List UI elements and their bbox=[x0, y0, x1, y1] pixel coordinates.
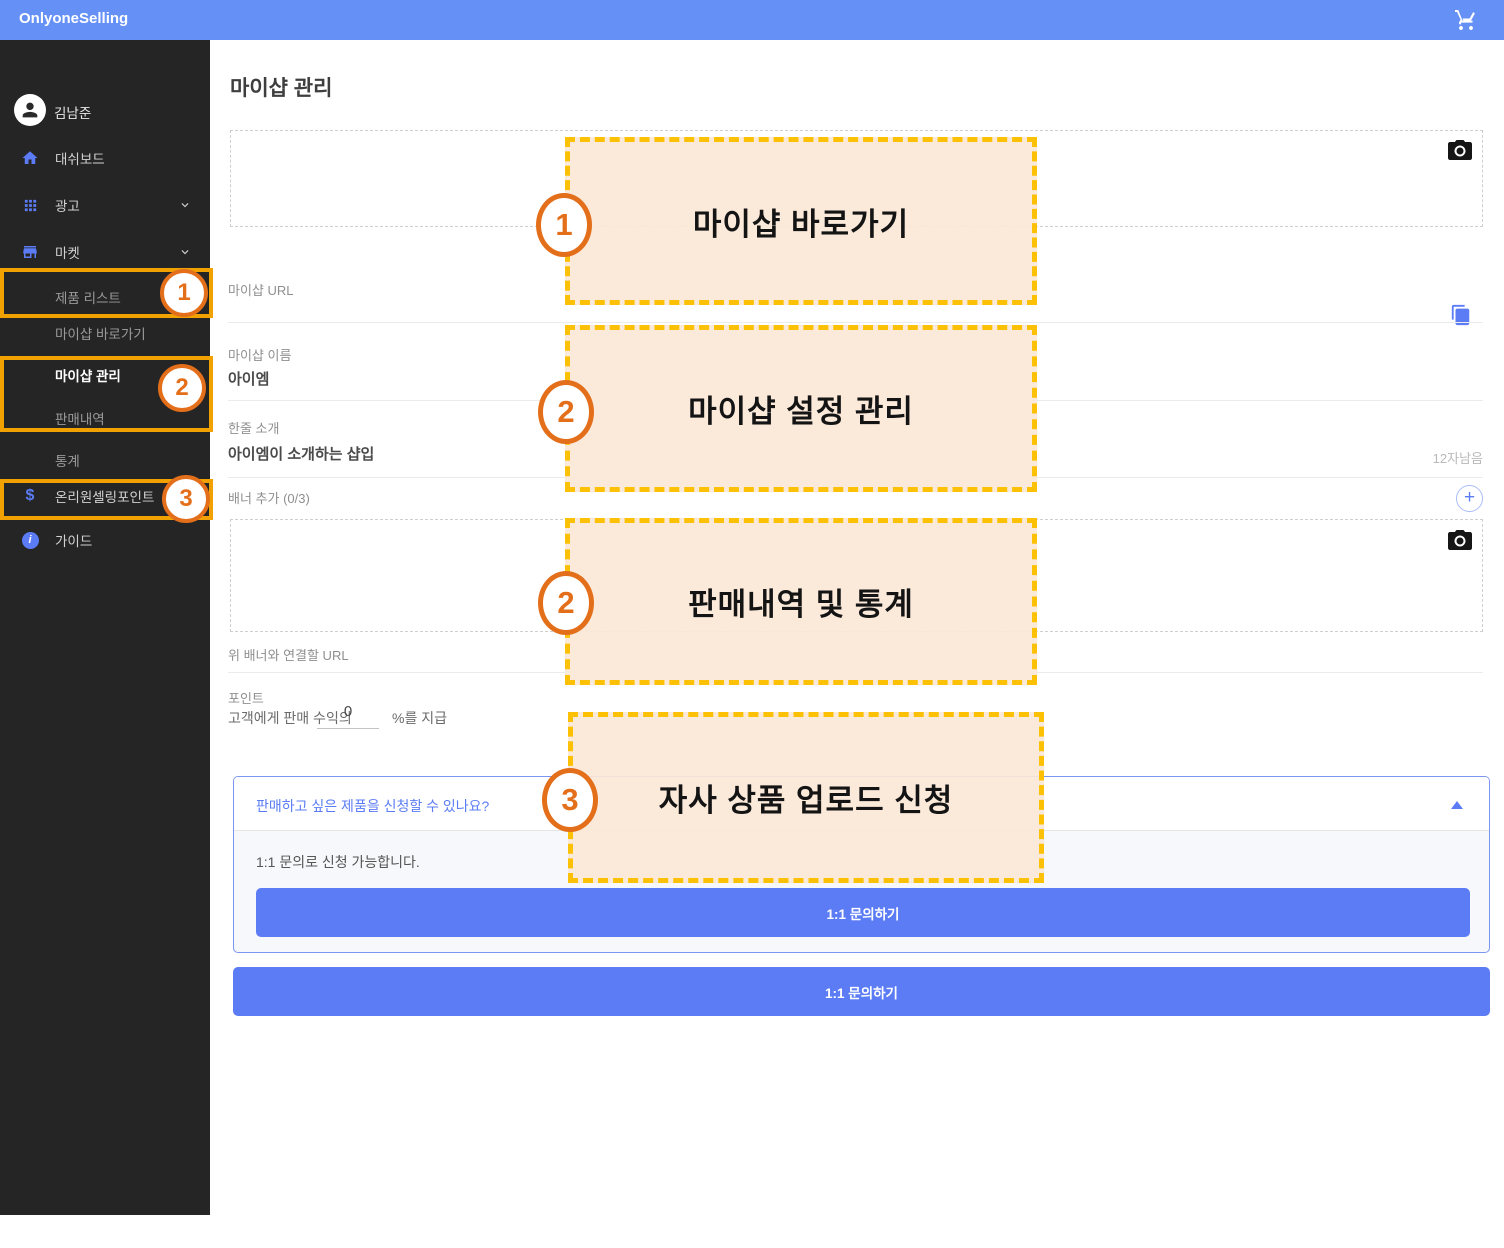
point-percent-input[interactable]: 0 bbox=[317, 703, 379, 729]
sidebar-item-ads[interactable]: 광고 bbox=[0, 190, 210, 220]
callout-box-product-upload: 자사 상품 업로드 신청 bbox=[568, 712, 1044, 883]
grid-icon bbox=[20, 195, 40, 215]
sidebar-item-myshop-shortcut[interactable]: 마이샵 바로가기 bbox=[0, 318, 210, 348]
callout-number-2b: 2 bbox=[538, 571, 594, 635]
sidebar-item-guide[interactable]: i 가이드 bbox=[0, 525, 210, 555]
divider bbox=[228, 322, 1483, 323]
sidebar-item-dashboard[interactable]: 대쉬보드 bbox=[0, 143, 210, 173]
callout-label: 마이샵 설정 관리 bbox=[688, 386, 914, 431]
sidebar: 김남준 대쉬보드 광고 마켓 제품 리스트 마이샵 바로가기 마이샵 관리 판매… bbox=[0, 40, 210, 1215]
faq-answer: 1:1 문의로 신청 가능합니다. bbox=[256, 852, 420, 872]
sidebar-item-label: 대쉬보드 bbox=[55, 148, 105, 168]
sidebar-item-label: 통계 bbox=[55, 450, 80, 470]
callout-label: 판매내역 및 통계 bbox=[688, 579, 914, 624]
sidebar-item-label: 마켓 bbox=[55, 242, 80, 262]
inquiry-button[interactable]: 1:1 문의하기 bbox=[256, 888, 1470, 937]
camera-icon[interactable] bbox=[1448, 140, 1472, 160]
brand-title: OnlyoneSelling bbox=[19, 10, 128, 27]
field-label-name: 마이샵 이름 bbox=[228, 345, 291, 364]
annotation-badge-3: 3 bbox=[162, 475, 210, 523]
field-label-intro: 한줄 소개 bbox=[228, 418, 279, 437]
callout-label: 마이샵 바로가기 bbox=[693, 199, 909, 244]
chevron-down-icon bbox=[178, 245, 192, 259]
info-icon: i bbox=[20, 530, 40, 550]
callout-box-sales-stats: 판매내역 및 통계 bbox=[565, 518, 1037, 685]
callout-number-3: 3 bbox=[542, 768, 598, 832]
sidebar-item-label: 마이샵 바로가기 bbox=[55, 323, 146, 343]
user-name: 김남준 bbox=[54, 102, 91, 122]
sidebar-item-label: 광고 bbox=[55, 195, 80, 215]
page-title: 마이샵 관리 bbox=[230, 72, 332, 102]
avatar bbox=[14, 94, 46, 126]
cart-icon[interactable] bbox=[1454, 8, 1478, 32]
sidebar-item-statistics[interactable]: 통계 bbox=[0, 445, 210, 475]
inquiry-button-bottom[interactable]: 1:1 문의하기 bbox=[233, 967, 1490, 1016]
field-label-point: 포인트 bbox=[228, 688, 264, 707]
point-suffix-text: %를 지급 bbox=[392, 708, 447, 728]
annotation-badge-2: 2 bbox=[158, 364, 206, 412]
add-banner-button[interactable]: + bbox=[1456, 485, 1483, 512]
home-icon bbox=[20, 148, 40, 168]
field-label-banner-url: 위 배너와 연결할 URL bbox=[228, 645, 349, 664]
annotation-badge-1: 1 bbox=[160, 269, 208, 317]
callout-box-myshop-settings: 마이샵 설정 관리 bbox=[565, 325, 1037, 492]
top-bar: OnlyoneSelling bbox=[0, 0, 1504, 40]
field-label-url: 마이샵 URL bbox=[228, 280, 294, 299]
field-value-name[interactable]: 아이엠 bbox=[228, 368, 269, 389]
callout-number-1: 1 bbox=[536, 193, 592, 257]
faq-question: 판매하고 싶은 제품을 신청할 수 있나요? bbox=[256, 796, 489, 816]
callout-number-2: 2 bbox=[538, 380, 594, 444]
callout-label: 자사 상품 업로드 신청 bbox=[659, 775, 954, 820]
field-label-banner: 배너 추가 (0/3) bbox=[228, 488, 310, 507]
collapse-arrow-icon[interactable] bbox=[1451, 801, 1463, 809]
field-value-intro[interactable]: 아이엠이 소개하는 샵입 bbox=[228, 443, 374, 464]
camera-icon[interactable] bbox=[1448, 530, 1472, 550]
sidebar-item-market[interactable]: 마켓 bbox=[0, 237, 210, 267]
store-icon bbox=[20, 242, 40, 262]
sidebar-item-label: 가이드 bbox=[55, 530, 92, 550]
chevron-down-icon bbox=[178, 198, 192, 212]
chars-remaining: 12자남음 bbox=[1433, 448, 1483, 467]
callout-box-myshop-shortcut: 마이샵 바로가기 bbox=[565, 137, 1037, 305]
